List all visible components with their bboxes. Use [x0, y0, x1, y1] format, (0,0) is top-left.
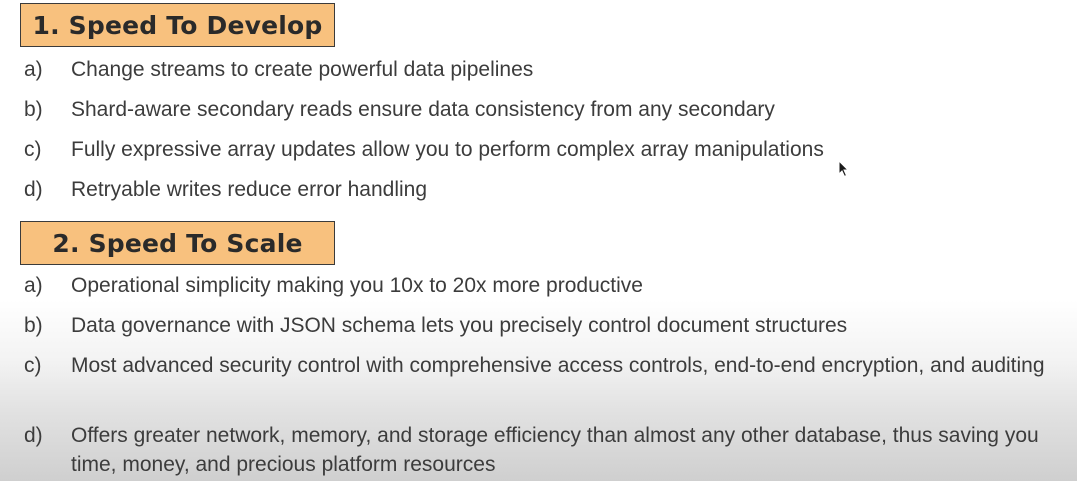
section-heading-speed-to-develop: 1. Speed To Develop	[20, 3, 335, 47]
list-marker: c)	[24, 354, 42, 377]
list-item-text: Offers greater network, memory, and stor…	[71, 424, 1039, 476]
list-marker: d)	[24, 178, 43, 201]
list-marker: a)	[24, 274, 43, 297]
section-heading-speed-to-scale: 2. Speed To Scale	[20, 221, 335, 265]
list-item-text: Fully expressive array updates allow you…	[71, 138, 824, 161]
list-marker: c)	[24, 138, 42, 161]
list-item-text: Change streams to create powerful data p…	[71, 58, 534, 81]
list-item-text: Shard-aware secondary reads ensure data …	[71, 98, 775, 121]
list-marker: b)	[24, 98, 43, 121]
list-item-text: Retryable writes reduce error handling	[71, 178, 428, 201]
list-marker: b)	[24, 314, 43, 337]
list-marker: a)	[24, 58, 43, 81]
list-item-text: Most advanced security control with comp…	[71, 354, 1045, 377]
mouse-pointer-icon	[838, 160, 850, 178]
list-marker: d)	[24, 424, 43, 447]
list-item-text: Data governance with JSON schema lets yo…	[71, 314, 848, 337]
list-item-text: Operational simplicity making you 10x to…	[71, 274, 643, 297]
